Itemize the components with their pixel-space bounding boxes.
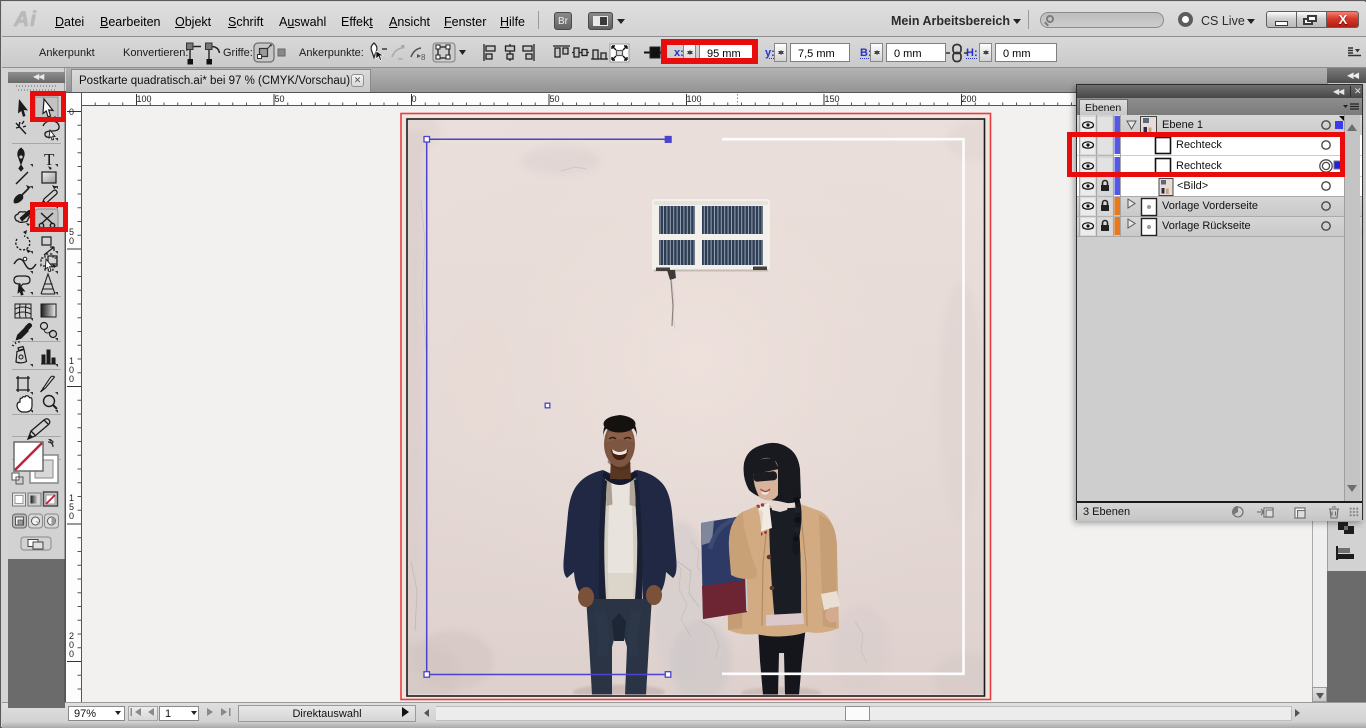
svg-text:0: 0 xyxy=(69,511,74,521)
svg-text:100: 100 xyxy=(687,94,702,104)
svg-text:0: 0 xyxy=(69,236,74,246)
svg-text:50: 50 xyxy=(275,94,285,104)
svg-text:T: T xyxy=(44,150,55,169)
svg-text:150: 150 xyxy=(825,94,840,104)
svg-text:8: 8 xyxy=(421,53,426,62)
svg-text:0: 0 xyxy=(69,649,74,659)
svg-text:100: 100 xyxy=(137,94,152,104)
svg-text:0: 0 xyxy=(412,94,417,104)
svg-text:50: 50 xyxy=(550,94,560,104)
svg-text:0: 0 xyxy=(69,374,74,384)
svg-text:200: 200 xyxy=(962,94,977,104)
svg-text:0: 0 xyxy=(69,107,74,117)
